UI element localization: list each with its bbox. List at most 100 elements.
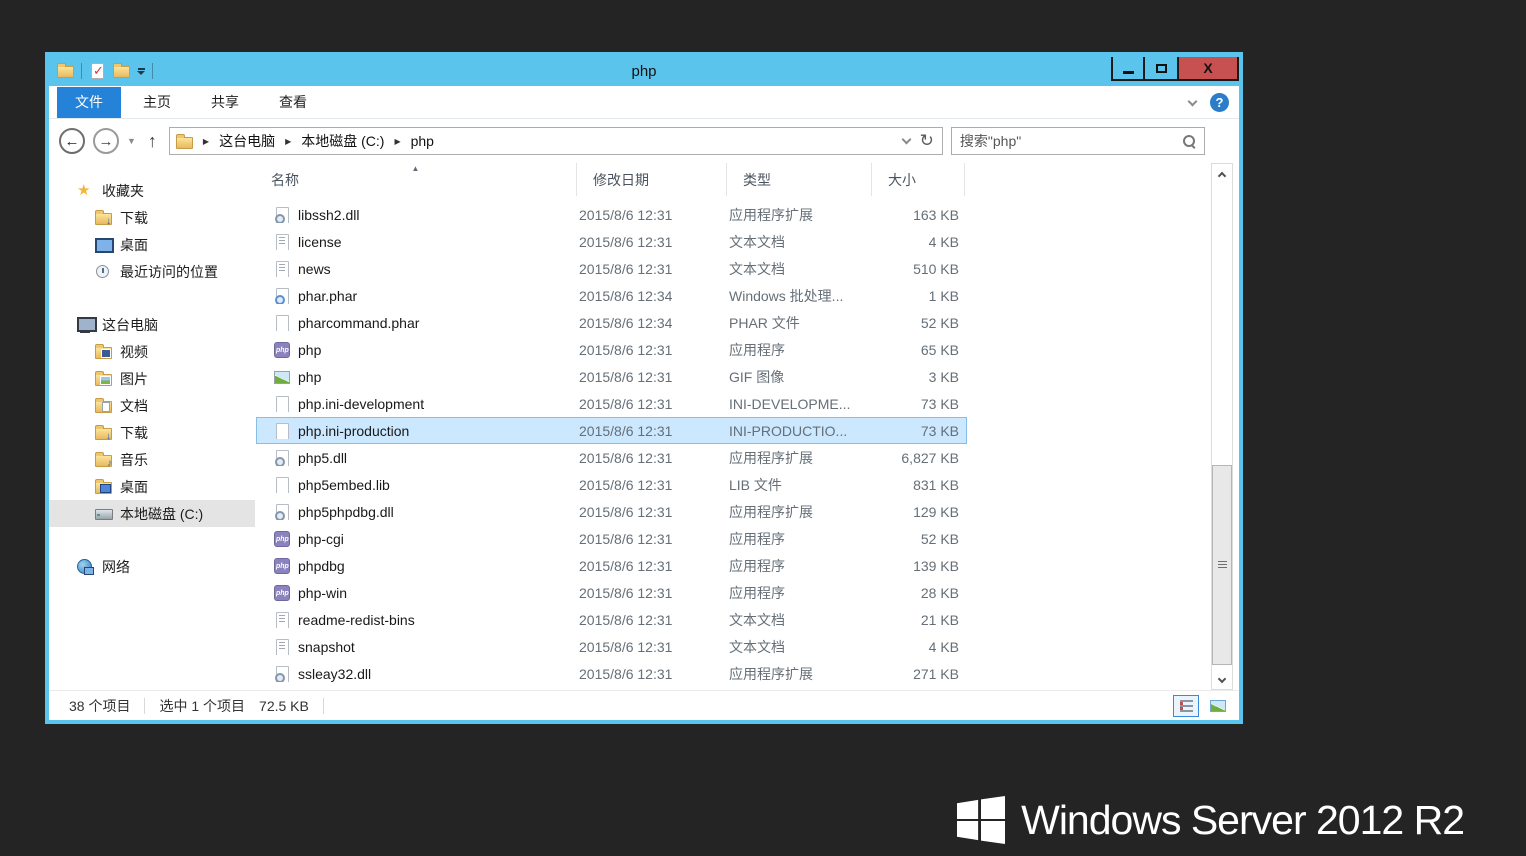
scrollbar-up-button[interactable]: [1212, 164, 1232, 183]
file-file-icon: [274, 395, 290, 412]
breadcrumb-local-disk-c[interactable]: 本地磁盘 (C:): [301, 131, 384, 151]
sidebar-item[interactable]: 网络: [49, 553, 255, 580]
breadcrumb-separator-icon: ▶: [202, 136, 210, 146]
address-bar[interactable]: ▶ 这台电脑 ▶ 本地磁盘 (C:) ▶ php ↻: [168, 127, 943, 155]
refresh-icon[interactable]: ↻: [920, 131, 934, 151]
sidebar-item[interactable]: 最近访问的位置: [49, 258, 255, 285]
file-name-cell: php5phpdbg.dll: [257, 503, 579, 520]
sidebar-item-label: 视频: [120, 343, 148, 360]
file-size-cell: 1 KB: [928, 287, 959, 304]
sidebar-item[interactable]: 音乐: [49, 446, 255, 473]
sidebar-item[interactable]: 文档: [49, 392, 255, 419]
file-name: phar.phar: [298, 287, 358, 304]
tab-view[interactable]: 查看: [261, 87, 325, 118]
search-icon[interactable]: [1182, 134, 1196, 148]
file-row[interactable]: php.ini-development 2015/8/6 12:31 INI-D…: [256, 390, 967, 417]
file-row[interactable]: libssh2.dll 2015/8/6 12:31 应用程序扩展 163 KB: [256, 201, 967, 228]
tab-home[interactable]: 主页: [125, 87, 189, 118]
scrollbar-down-button[interactable]: [1212, 670, 1232, 689]
minimize-button[interactable]: [1111, 57, 1145, 81]
expand-ribbon-chevron-icon[interactable]: [1187, 96, 1198, 106]
file-row[interactable]: php5.dll 2015/8/6 12:31 应用程序扩展 6,827 KB: [256, 444, 967, 471]
file-row[interactable]: php5embed.lib 2015/8/6 12:31 LIB 文件 831 …: [256, 471, 967, 498]
file-date-cell: 2015/8/6 12:31: [579, 449, 673, 466]
address-dropdown-chevron-icon[interactable]: [901, 134, 912, 145]
maximize-button[interactable]: [1145, 57, 1179, 81]
file-row[interactable]: license 2015/8/6 12:31 文本文档 4 KB: [256, 228, 967, 255]
file-row[interactable]: snapshot 2015/8/6 12:31 文本文档 4 KB: [256, 633, 967, 660]
up-button[interactable]: ↑: [144, 131, 161, 152]
scrollbar-track[interactable]: [1212, 183, 1232, 670]
help-icon[interactable]: ?: [1210, 93, 1229, 112]
file-rows: libssh2.dll 2015/8/6 12:31 应用程序扩展 163 KB…: [255, 196, 1239, 690]
file-name: libssh2.dll: [298, 206, 360, 223]
qat-separator: [81, 63, 82, 79]
file-type-cell: 文本文档: [729, 638, 785, 655]
folder-down-icon: [95, 425, 112, 442]
search-input[interactable]: [959, 133, 1182, 149]
file-name: php-cgi: [298, 530, 344, 547]
details-view-button[interactable]: [1173, 694, 1199, 717]
column-header-size[interactable]: 大小: [872, 163, 965, 196]
file-row[interactable]: php-win 2015/8/6 12:31 应用程序 28 KB: [256, 579, 967, 606]
tab-share[interactable]: 共享: [193, 87, 257, 118]
file-name: php5.dll: [298, 449, 348, 466]
breadcrumb-php[interactable]: php: [411, 133, 434, 149]
file-type-cell: 应用程序: [729, 584, 785, 601]
sidebar-item[interactable]: 下载: [49, 204, 255, 231]
forward-button[interactable]: →: [93, 128, 119, 154]
dll-file-icon: [274, 503, 290, 520]
file-row[interactable]: php 2015/8/6 12:31 应用程序 65 KB: [256, 336, 967, 363]
file-file-icon: [274, 314, 290, 331]
column-header-type[interactable]: 类型: [727, 163, 872, 196]
back-button[interactable]: ←: [59, 128, 85, 154]
sidebar-item[interactable]: 图片: [49, 365, 255, 392]
file-size-cell: 28 KB: [920, 584, 959, 601]
sidebar-item[interactable]: 桌面: [49, 473, 255, 500]
qat-dropdown-caret-icon[interactable]: [137, 67, 145, 75]
txt-file-icon: [274, 638, 290, 655]
file-row[interactable]: php.ini-production 2015/8/6 12:31 INI-PR…: [256, 417, 967, 444]
scrollbar-thumb[interactable]: [1212, 465, 1232, 666]
file-row[interactable]: phpdbg 2015/8/6 12:31 应用程序 139 KB: [256, 552, 967, 579]
sidebar-item-label: 本地磁盘 (C:): [120, 505, 204, 522]
file-file-icon: [274, 476, 290, 493]
history-dropdown-caret-icon[interactable]: ▼: [127, 136, 136, 146]
sidebar-item[interactable]: 视频: [49, 338, 255, 365]
file-date-cell: 2015/8/6 12:31: [579, 368, 673, 385]
search-box: [950, 127, 1205, 155]
file-row[interactable]: ssleay32.dll 2015/8/6 12:31 应用程序扩展 271 K…: [256, 660, 967, 687]
file-size-cell: 6,827 KB: [901, 449, 959, 466]
sidebar-item[interactable]: 收藏夹: [49, 177, 255, 204]
file-date-cell: 2015/8/6 12:31: [579, 584, 673, 601]
file-row[interactable]: php-cgi 2015/8/6 12:31 应用程序 52 KB: [256, 525, 967, 552]
file-row[interactable]: readme-redist-bins 2015/8/6 12:31 文本文档 2…: [256, 606, 967, 633]
column-header-date-modified[interactable]: 修改日期: [577, 163, 727, 196]
file-row[interactable]: pharcommand.phar 2015/8/6 12:34 PHAR 文件 …: [256, 309, 967, 336]
explorer-window: php X 文件 主页 共享 查看 ? ← → ▼ ↑ ▶ 这台电脑 ▶ 本地磁…: [45, 52, 1243, 724]
file-type-cell: INI-DEVELOPME...: [729, 395, 851, 412]
file-row[interactable]: php 2015/8/6 12:31 GIF 图像 3 KB: [256, 363, 967, 390]
sidebar-item-label: 网络: [102, 558, 130, 575]
file-date-cell: 2015/8/6 12:31: [579, 476, 673, 493]
file-row[interactable]: php5phpdbg.dll 2015/8/6 12:31 应用程序扩展 129…: [256, 498, 967, 525]
tab-file[interactable]: 文件: [57, 87, 121, 118]
file-name-cell: license: [257, 233, 579, 250]
close-button[interactable]: X: [1179, 57, 1239, 81]
file-size-cell: 271 KB: [913, 665, 959, 682]
sidebar-item-label: 下载: [120, 424, 148, 441]
breadcrumb-this-pc[interactable]: 这台电脑: [219, 131, 275, 151]
file-row[interactable]: news 2015/8/6 12:31 文本文档 510 KB: [256, 255, 967, 282]
sidebar-item[interactable]: 本地磁盘 (C:): [49, 500, 255, 527]
column-header-date-label: 修改日期: [593, 172, 649, 188]
sidebar-item[interactable]: 这台电脑: [49, 311, 255, 338]
file-date-cell: 2015/8/6 12:31: [579, 638, 673, 655]
window-folder-icon[interactable]: [57, 63, 74, 78]
file-row[interactable]: phar.phar 2015/8/6 12:34 Windows 批处理... …: [256, 282, 967, 309]
properties-check-icon[interactable]: [89, 63, 106, 79]
column-header-name[interactable]: ▲ 名称: [255, 163, 577, 196]
sidebar-item[interactable]: 桌面: [49, 231, 255, 258]
thumbnails-view-button[interactable]: [1205, 695, 1231, 717]
new-folder-icon[interactable]: [113, 63, 130, 78]
sidebar-item[interactable]: 下载: [49, 419, 255, 446]
